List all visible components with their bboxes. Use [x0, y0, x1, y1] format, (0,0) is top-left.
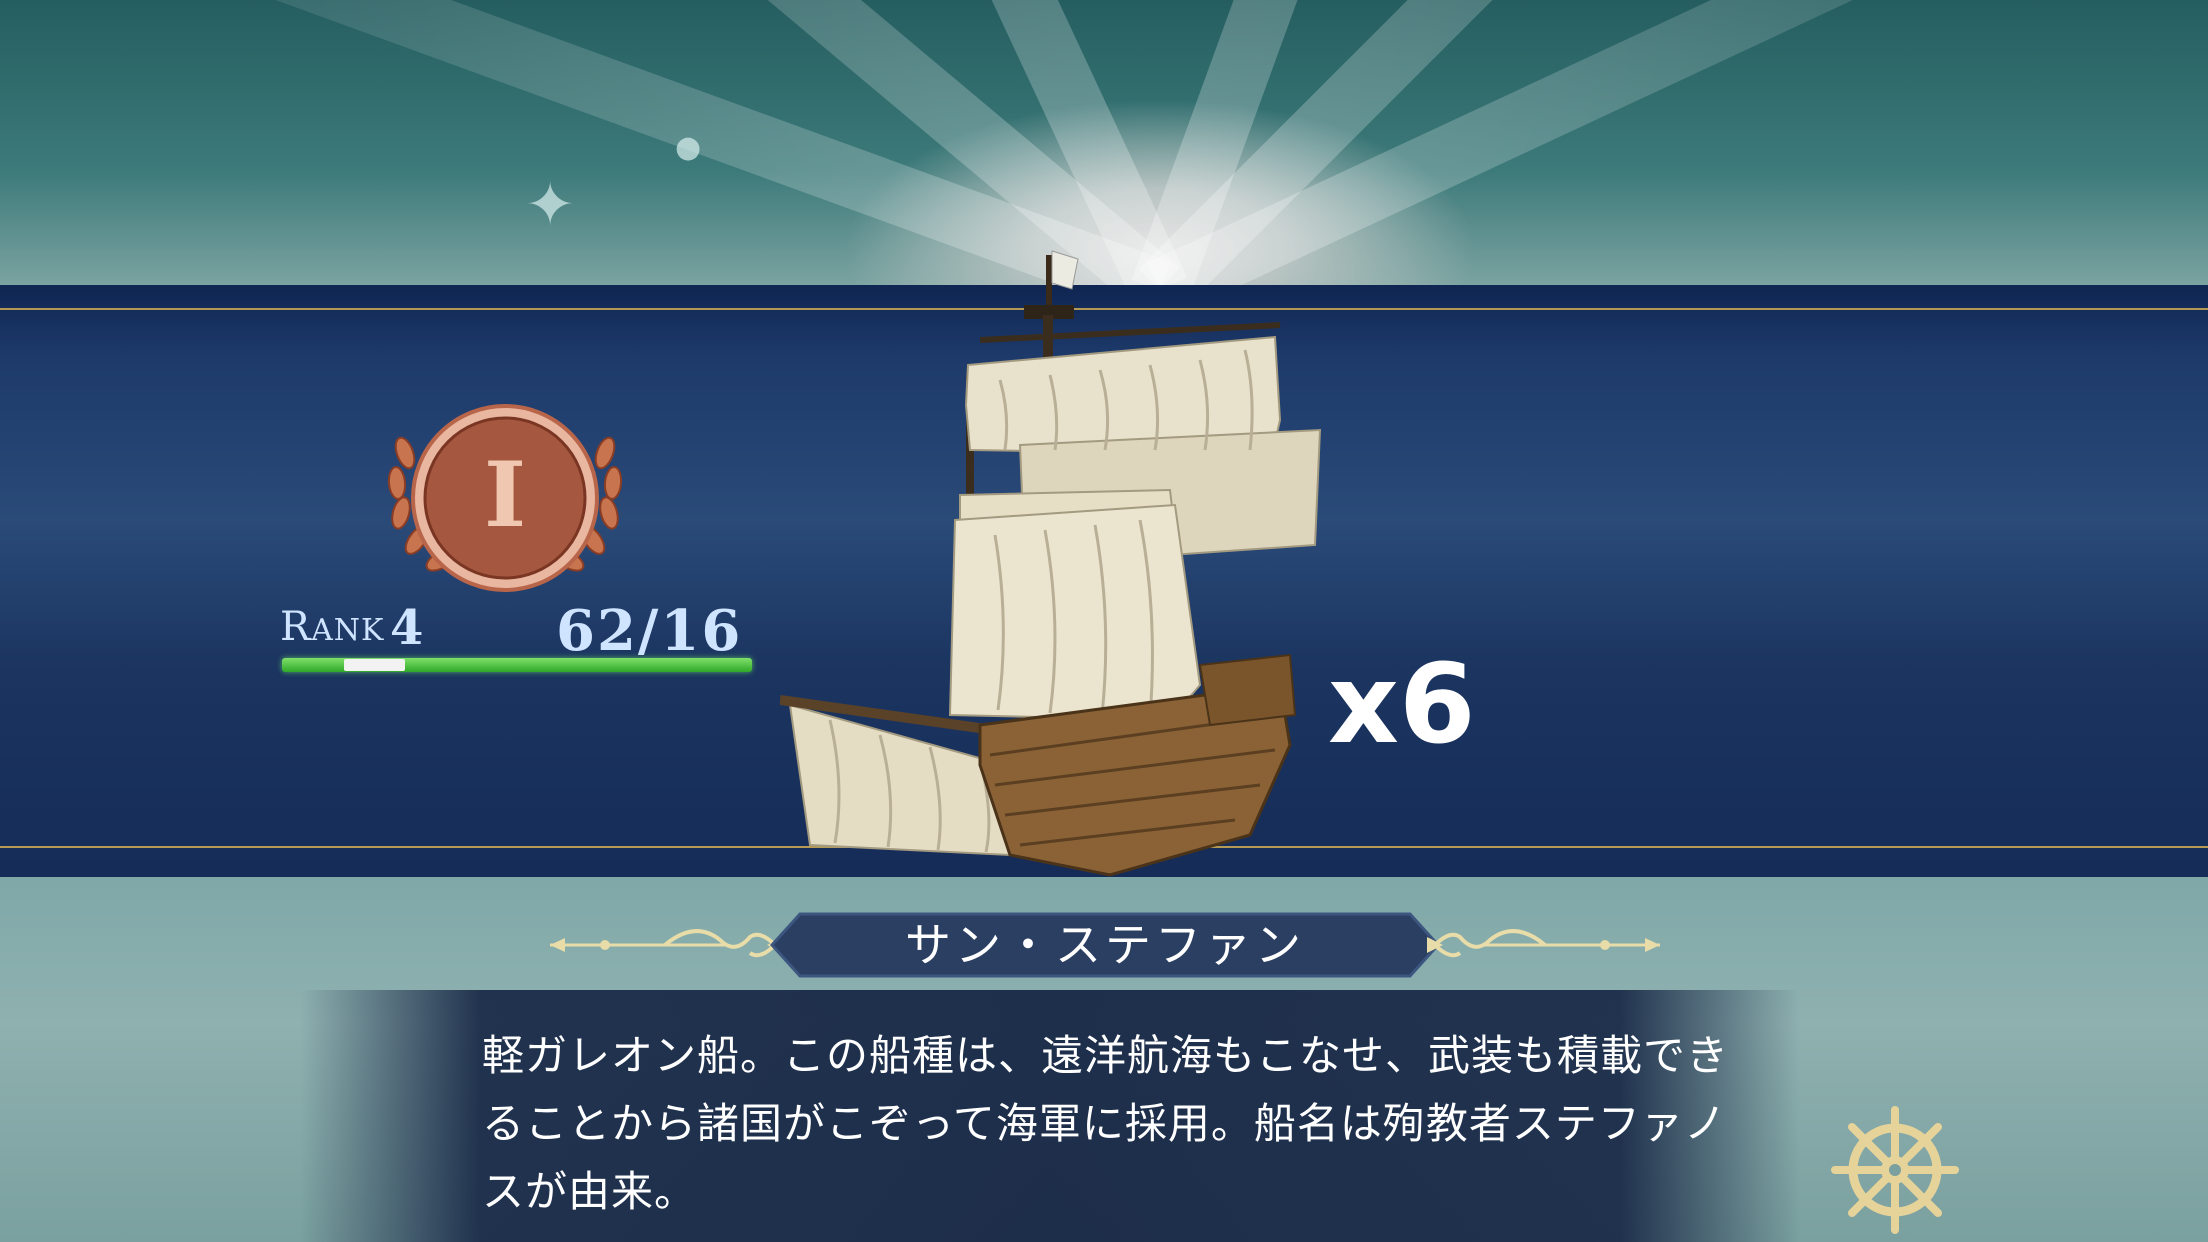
exp-progress-bar — [282, 658, 752, 672]
exp-value: 62/16 — [556, 598, 743, 664]
ship-name: サン・ステファン — [905, 918, 1305, 972]
rank-value: 4 — [390, 600, 424, 656]
laurel-medal-icon: I — [387, 404, 623, 592]
sparkle-icon: ✦ — [525, 170, 576, 240]
background-top: ✦ ● — [0, 0, 2208, 285]
ship-image — [780, 250, 1322, 877]
sparkle-icon: ● — [675, 130, 702, 165]
rank-label: RANK — [280, 604, 385, 650]
ornament-icon — [1427, 929, 1660, 958]
medal-numeral: I — [484, 442, 526, 548]
exp-progress-fill — [344, 659, 406, 671]
ship-wheel-icon[interactable] — [1830, 1105, 1960, 1235]
ship-count: x6 — [1328, 640, 1476, 768]
ship-description: 軽ガレオン船。この船種は、遠洋航海もこなせ、武装も積載できることから諸国がこぞっ… — [482, 1031, 1730, 1216]
ornament-icon — [550, 929, 783, 958]
